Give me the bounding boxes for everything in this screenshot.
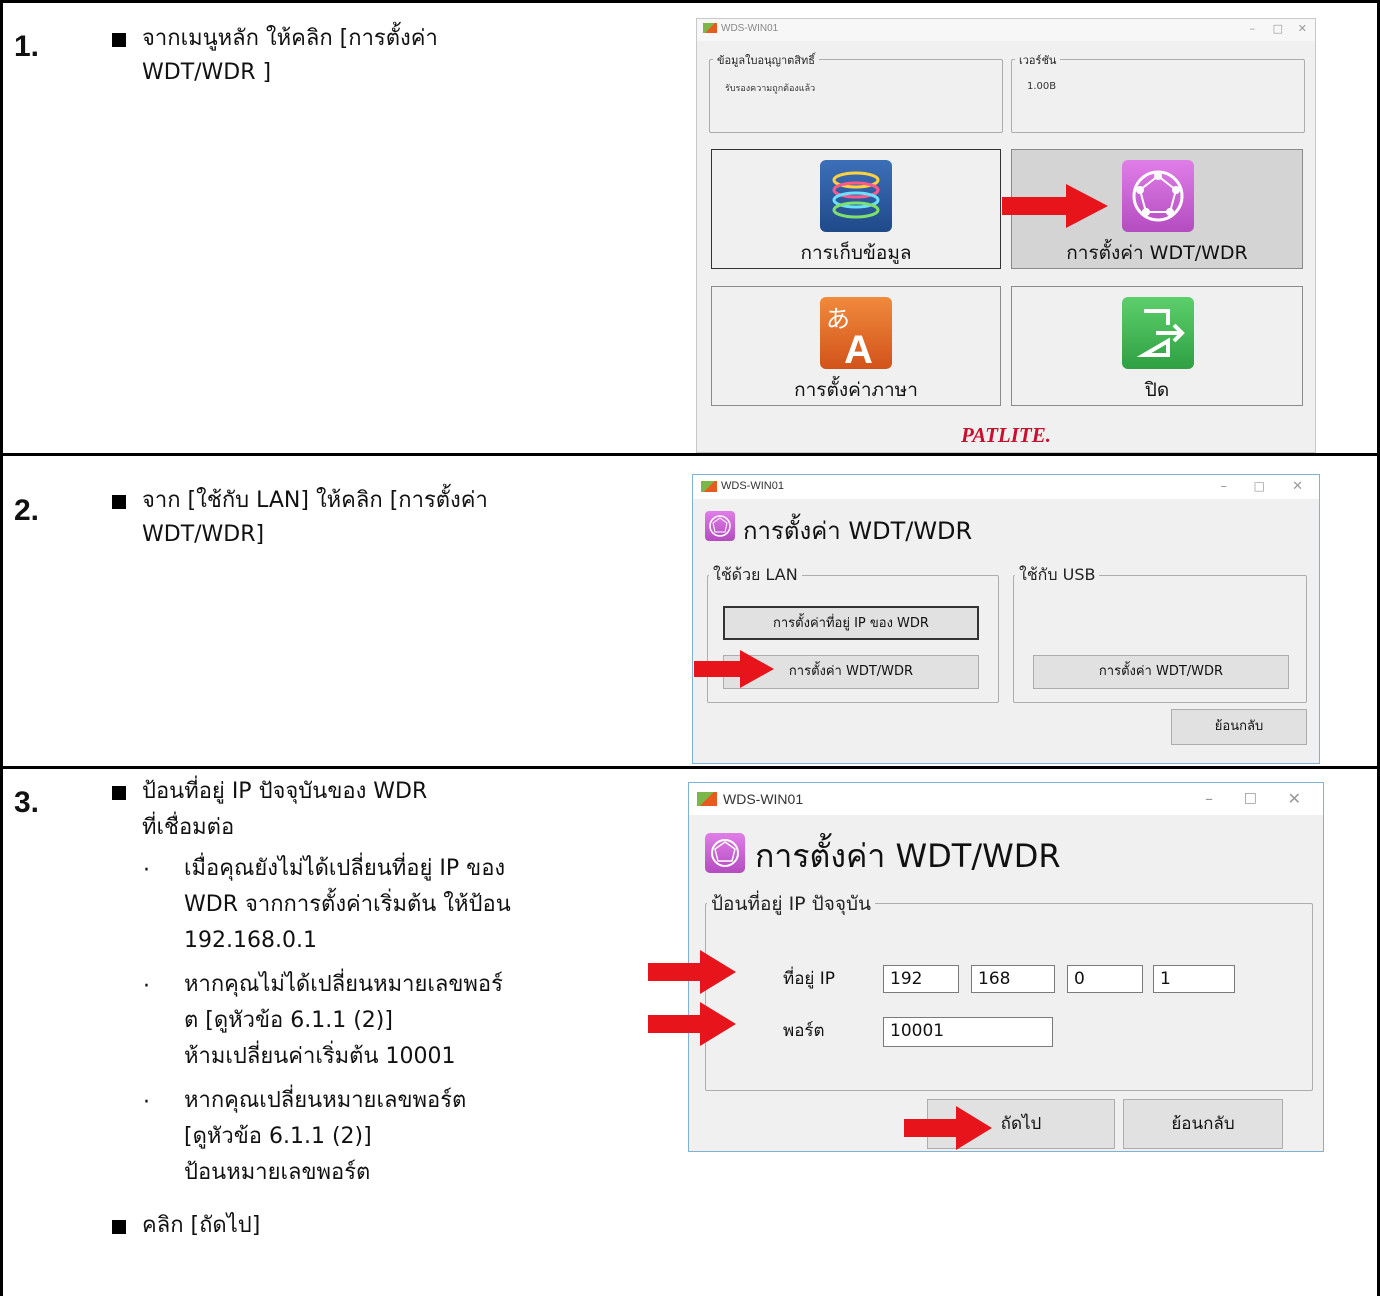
bullet-square (112, 33, 126, 47)
back-button[interactable]: ย้อนกลับ (1123, 1099, 1283, 1149)
bullet-dot: · (143, 1090, 150, 1115)
version-group (1011, 59, 1305, 133)
app-logo-icon (697, 792, 717, 806)
step-3-final-instruction: คลิก [ถัดไป] (142, 1213, 261, 1238)
step-3-bullet-3-line-2: [ดูหัวข้อ 6.1.1 (2)] (184, 1124, 372, 1149)
network-globe-icon (1122, 160, 1194, 232)
ip-address-window: WDS-WIN01 – □ ✕ การตั้งค่า WDT/WDR ป้อนท… (688, 782, 1324, 1152)
port-input[interactable]: 10001 (883, 1017, 1053, 1047)
usb-wdt-wdr-settings-button[interactable]: การตั้งค่า WDT/WDR (1033, 655, 1289, 689)
minimize-button[interactable]: – (1250, 22, 1256, 35)
window-title: WDS-WIN01 (721, 480, 784, 492)
red-arrow-icon (904, 1106, 992, 1150)
bullet-dot: · (143, 858, 150, 883)
wdt-wdr-settings-label: การตั้งค่า WDT/WDR (1066, 242, 1248, 264)
language-settings-tile[interactable]: あA การตั้งค่าภาษา (711, 286, 1001, 406)
data-collection-icon (820, 160, 892, 232)
step-2-number: 2. (14, 494, 40, 527)
exit-tile[interactable]: ปิด (1011, 286, 1303, 406)
bullet-dot: · (143, 974, 150, 999)
red-arrow-icon (694, 650, 774, 688)
red-arrow-icon (648, 1002, 736, 1046)
close-button[interactable]: ✕ (1288, 789, 1301, 808)
maximize-button[interactable]: □ (1273, 22, 1283, 35)
row-divider-1 (0, 453, 1380, 456)
network-globe-icon (705, 833, 745, 873)
minimize-button[interactable]: – (1205, 789, 1213, 808)
app-logo-icon (701, 481, 717, 492)
red-arrow-icon (648, 950, 736, 994)
step-3-bullet-1-line-1: เมื่อคุณยังไม่ได้เปลี่ยนที่อยู่ IP ของ (184, 856, 506, 881)
step-3-bullet-1-line-3: 192.168.0.1 (184, 928, 317, 953)
language-icon: あA (820, 297, 892, 372)
back-button[interactable]: ย้อนกลับ (1171, 709, 1307, 745)
data-collection-tile[interactable]: การเก็บข้อมูล (711, 149, 1001, 269)
license-group (709, 59, 1003, 133)
wdr-ip-settings-button[interactable]: การตั้งค่าที่อยู่ IP ของ WDR (723, 606, 979, 640)
step-1-number: 1. (14, 30, 40, 63)
ip-octet-3-input[interactable]: 0 (1067, 965, 1143, 993)
app-logo-icon (703, 23, 717, 33)
current-ip-group-label: ป้อนที่อยู่ IP ปัจจุบัน (707, 889, 876, 919)
step-3-bullet-2-line-3: ห้ามเปลี่ยนค่าเริ่มต้น 10001 (184, 1044, 456, 1069)
step-1-line-2: WDT/WDR ] (142, 60, 272, 85)
red-arrow-icon (1002, 184, 1108, 228)
version-value: 1.00B (1027, 81, 1057, 92)
main-menu-window: WDS-WIN01 – □ ✕ ข้อมูลใบอนุญาตสิทธิ์ รับ… (696, 18, 1316, 453)
bullet-square (112, 786, 126, 800)
data-collection-label: การเก็บข้อมูล (800, 242, 912, 264)
step-2-line-1: จาก [ใช้กับ LAN] ให้คลิก [การตั้งค่า (142, 488, 488, 513)
maximize-button[interactable]: □ (1244, 790, 1257, 806)
window-title: WDS-WIN01 (723, 791, 804, 807)
bullet-square (112, 495, 126, 509)
step-3-bullet-2-line-2: ต [ดูหัวข้อ 6.1.1 (2)] (184, 1008, 393, 1033)
step-3-bullet-3-line-3: ป้อนหมายเลขพอร์ต (184, 1160, 371, 1185)
usb-group-label: ใช้กับ USB (1015, 563, 1100, 588)
row-divider-2 (0, 766, 1380, 769)
window-title: WDS-WIN01 (721, 23, 779, 34)
step-3-line-2: ที่เชื่อมต่อ (142, 815, 235, 840)
lan-group-label: ใช้ด้วย LAN (709, 563, 802, 588)
port-label: พอร์ต (783, 1021, 825, 1041)
step-3-bullet-3-line-1: หากคุณเปลี่ยนหมายเลขพอร์ต (184, 1088, 467, 1113)
bullet-square (112, 1220, 126, 1234)
license-value: รับรองความถูกต้องแล้ว (725, 84, 816, 94)
license-group-label: ข้อมูลใบอนุญาตสิทธิ์ (713, 51, 819, 69)
wdt-wdr-settings-window: WDS-WIN01 – □ ✕ การตั้งค่า WDT/WDR ใช้ด้… (692, 474, 1320, 764)
exit-label: ปิด (1144, 379, 1170, 401)
step-2-line-2: WDT/WDR] (142, 522, 265, 547)
step-3-number: 3. (14, 786, 40, 819)
svg-text:A: A (844, 328, 873, 369)
ip-octet-4-input[interactable]: 1 (1153, 965, 1235, 993)
language-settings-label: การตั้งค่าภาษา (794, 379, 918, 401)
maximize-button[interactable]: □ (1254, 479, 1265, 493)
step-3-bullet-1-line-2: WDR จากการตั้งค่าเริ่มต้น ให้ป้อน (184, 892, 511, 917)
exit-icon (1122, 297, 1194, 369)
step-3-bullet-2-line-1: หากคุณไม่ได้เปลี่ยนหมายเลขพอร์ (184, 972, 503, 997)
minimize-button[interactable]: – (1221, 479, 1228, 494)
close-button[interactable]: ✕ (1298, 22, 1307, 35)
patlite-logo: PATLITE. (960, 423, 1052, 447)
ip-address-label: ที่อยู่ IP (783, 969, 836, 989)
window-heading: การตั้งค่า WDT/WDR (743, 517, 973, 545)
version-group-label: เวอร์ชัน (1015, 51, 1061, 69)
window-heading: การตั้งค่า WDT/WDR (755, 837, 1061, 875)
network-globe-icon (705, 511, 735, 541)
ip-octet-2-input[interactable]: 168 (971, 965, 1055, 993)
step-3-line-1: ป้อนที่อยู่ IP ปัจจุบันของ WDR (142, 779, 428, 804)
ip-octet-1-input[interactable]: 192 (883, 965, 959, 993)
close-button[interactable]: ✕ (1292, 479, 1303, 494)
step-1-line-1: จากเมนูหลัก ให้คลิก [การตั้งค่า (142, 26, 438, 51)
current-ip-group (705, 903, 1313, 1091)
